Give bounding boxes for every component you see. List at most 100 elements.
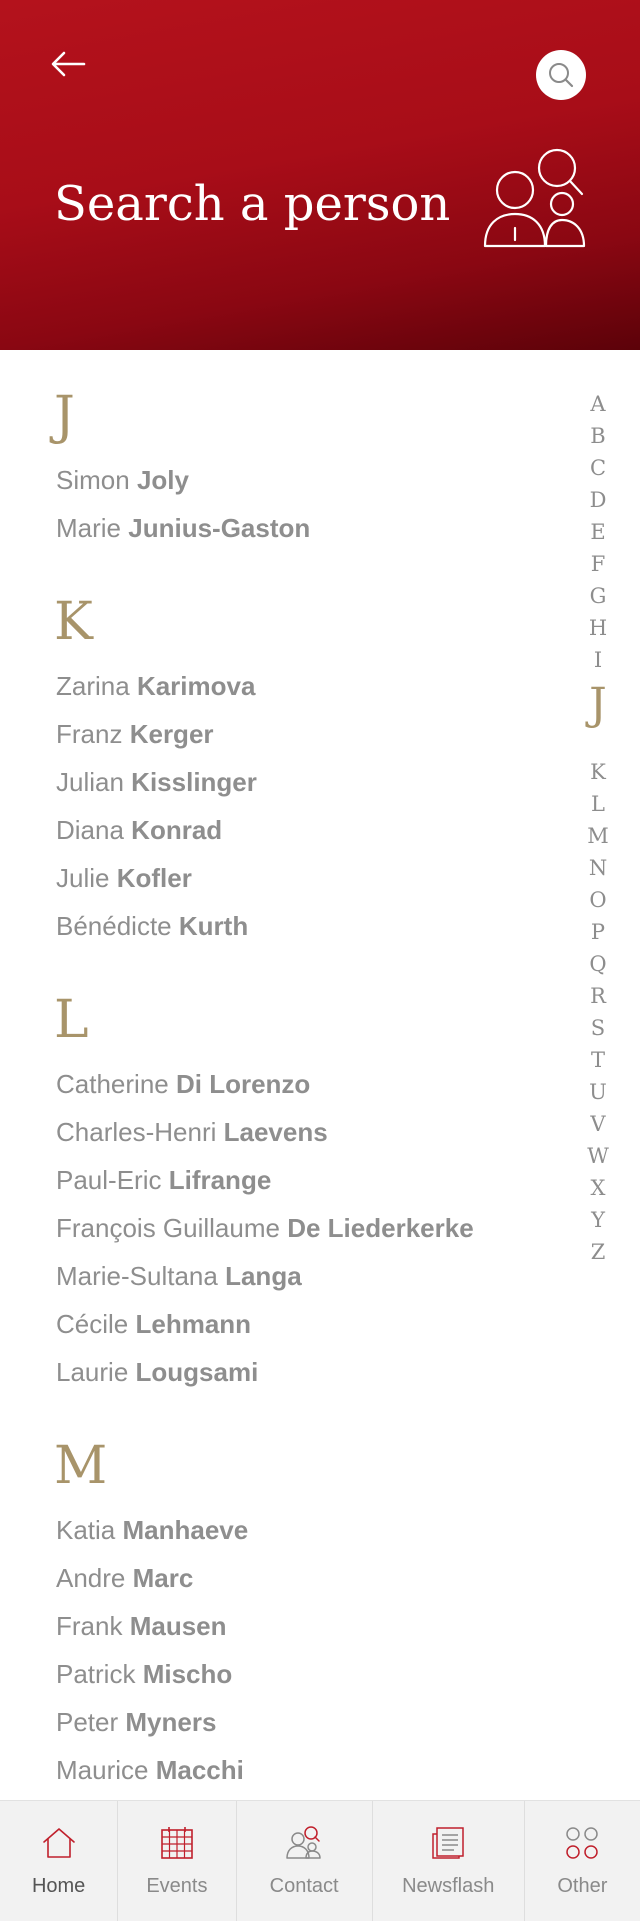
tab-home[interactable]: Home (0, 1801, 119, 1921)
person-item[interactable]: Cécile Lehmann (56, 1307, 251, 1341)
person-last-name: Kofler (116, 863, 192, 893)
person-item[interactable]: Patrick Mischo (56, 1657, 232, 1691)
person-item[interactable]: Diana Konrad (56, 813, 222, 847)
tab-events[interactable]: Events (118, 1801, 237, 1921)
grid-icon (566, 1827, 599, 1859)
person-last-name: Di Lorenzo (175, 1069, 311, 1099)
page-title: Search a person (54, 176, 451, 232)
alpha-index-i[interactable]: I (578, 646, 618, 674)
person-item[interactable]: Paul-Eric Lifrange (56, 1163, 271, 1197)
alpha-index-b[interactable]: B (578, 422, 618, 450)
alpha-index-s[interactable]: S (578, 1014, 618, 1042)
person-item[interactable]: Franz Kerger (56, 717, 214, 751)
tab-contact[interactable]: Contact (237, 1801, 373, 1921)
person-item[interactable]: Maurice Macchi (56, 1753, 244, 1787)
back-arrow-icon (51, 51, 86, 77)
person-item[interactable]: Zarina Karimova (56, 669, 255, 703)
person-first-name: Julian (56, 767, 124, 797)
person-last-name: Mischo (142, 1659, 233, 1689)
person-item[interactable]: Andre Marc (56, 1561, 193, 1595)
person-last-name: Marc (132, 1563, 194, 1593)
alpha-index-e[interactable]: E (578, 518, 618, 546)
alpha-index-g[interactable]: G (578, 582, 618, 610)
person-first-name: Julie (56, 863, 110, 893)
alpha-index-y[interactable]: Y (578, 1206, 618, 1234)
person-last-name: Joly (136, 465, 189, 495)
home-icon (42, 1828, 75, 1858)
person-item[interactable]: Katia Manhaeve (56, 1513, 248, 1547)
person-item[interactable]: Frank Mausen (56, 1609, 227, 1643)
bottom-tab-bar: Home Events Contact Newsflash Other (0, 1800, 640, 1921)
person-last-name: Laevens (223, 1117, 328, 1147)
person-last-name: Mausen (129, 1611, 227, 1641)
alpha-index-n[interactable]: N (578, 854, 618, 882)
person-first-name: Bénédicte (56, 911, 172, 941)
person-first-name: Paul-Eric (56, 1165, 162, 1195)
person-item[interactable]: Marie-Sultana Langa (56, 1259, 302, 1293)
person-first-name: Frank (56, 1611, 123, 1641)
person-first-name: Diana (56, 815, 124, 845)
alpha-index-l[interactable]: L (578, 790, 618, 818)
person-first-name: Simon (56, 465, 130, 495)
person-item[interactable]: Charles-Henri Laevens (56, 1115, 328, 1149)
person-item[interactable]: Catherine Di Lorenzo (56, 1067, 310, 1101)
alpha-index-d[interactable]: D (578, 486, 618, 514)
person-item[interactable]: Peter Myners (56, 1705, 216, 1739)
person-first-name: Charles-Henri (56, 1117, 217, 1147)
person-item[interactable]: Laurie Lougsami (56, 1355, 258, 1389)
alpha-index-o[interactable]: O (578, 886, 618, 914)
person-last-name: Junius-Gaston (128, 513, 311, 543)
person-last-name: Lougsami (135, 1357, 259, 1387)
alpha-index-a[interactable]: A (578, 390, 618, 418)
people-search-icon (483, 148, 586, 248)
person-first-name: Franz (56, 719, 123, 749)
person-item[interactable]: Simon Joly (56, 463, 189, 497)
calendar-icon (161, 1827, 193, 1859)
person-item[interactable]: François Guillaume De Liederkerke (56, 1211, 474, 1245)
tab-contact-label: Contact (269, 1875, 339, 1897)
person-item[interactable]: Julie Kofler (56, 861, 192, 895)
person-last-name: Kurth (178, 911, 249, 941)
person-first-name: Maurice (56, 1755, 149, 1785)
alpha-index-f[interactable]: F (578, 550, 618, 578)
section-letter-j: J (54, 386, 75, 446)
person-last-name: Lifrange (168, 1165, 272, 1195)
person-last-name: Langa (225, 1261, 302, 1291)
header: Search a person (0, 0, 640, 350)
person-first-name: Katia (56, 1515, 116, 1545)
person-last-name: De Liederkerke (287, 1213, 474, 1243)
search-button[interactable] (536, 50, 586, 100)
alpha-index-p[interactable]: P (578, 918, 618, 946)
person-last-name: Myners (125, 1707, 217, 1737)
alpha-index-u[interactable]: U (578, 1078, 618, 1106)
alpha-index-j-active[interactable]: J (578, 680, 618, 730)
alpha-index-q[interactable]: Q (578, 950, 618, 978)
person-first-name: François Guillaume (56, 1213, 280, 1243)
person-last-name: Kisslinger (131, 767, 257, 797)
alpha-index-v[interactable]: V (578, 1110, 618, 1138)
alpha-index-r[interactable]: R (578, 982, 618, 1010)
person-last-name: Macchi (155, 1755, 244, 1785)
alpha-index-z[interactable]: Z (578, 1238, 618, 1266)
person-last-name: Karimova (136, 671, 256, 701)
alpha-index-t[interactable]: T (578, 1046, 618, 1074)
alpha-index-c[interactable]: C (578, 454, 618, 482)
person-item[interactable]: Marie Junius-Gaston (56, 511, 310, 545)
person-first-name: Peter (56, 1707, 119, 1737)
back-button[interactable] (48, 44, 96, 84)
tab-other[interactable]: Other (525, 1801, 640, 1921)
person-first-name: Marie (56, 513, 122, 543)
person-item[interactable]: Julian Kisslinger (56, 765, 257, 799)
alpha-index-m[interactable]: M (578, 822, 618, 850)
person-item[interactable]: Bénédicte Kurth (56, 909, 248, 943)
person-first-name: Patrick (56, 1659, 136, 1689)
contact-icon (286, 1826, 321, 1859)
alpha-index-x[interactable]: X (578, 1174, 618, 1202)
person-last-name: Lehmann (135, 1309, 252, 1339)
alpha-index-k[interactable]: K (578, 758, 618, 786)
alpha-index-h[interactable]: H (578, 614, 618, 642)
search-icon (549, 63, 574, 88)
tab-newsflash[interactable]: Newsflash (373, 1801, 525, 1921)
section-letter-k: K (54, 592, 93, 652)
alpha-index-w[interactable]: W (578, 1142, 618, 1170)
